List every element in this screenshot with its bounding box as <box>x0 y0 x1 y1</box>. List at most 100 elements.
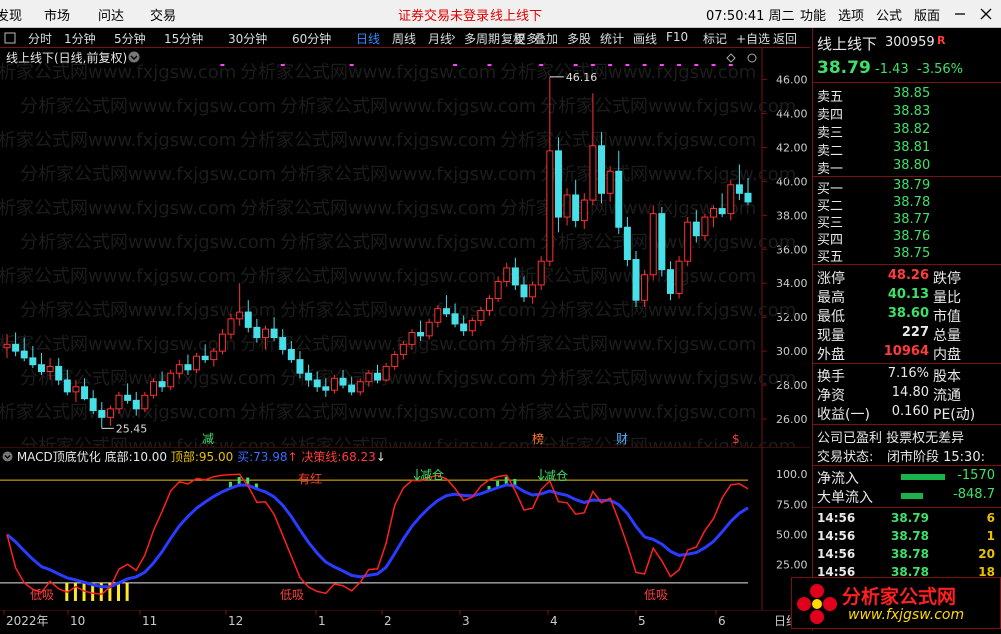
ask-price[interactable]: 38.80 <box>893 158 930 173</box>
menu-trade[interactable]: 交易 <box>150 5 176 24</box>
bid-price[interactable]: 38.76 <box>893 229 930 244</box>
date-label: 6 <box>718 614 726 628</box>
candle-body <box>365 372 373 383</box>
menu-options[interactable]: 选项 <box>838 5 864 24</box>
line2-label: 买: <box>237 450 254 464</box>
bid-price[interactable]: 38.79 <box>893 178 930 193</box>
decide-value: 68.23 <box>341 450 376 464</box>
high-price-label: 46.16 <box>566 71 598 84</box>
candle-body <box>236 311 244 320</box>
watermark-text: 分析家公式网www.fxjgsw.com <box>540 300 796 321</box>
line2-value: 73.98 <box>253 450 288 464</box>
date-label: 2 <box>384 614 392 628</box>
menu-layout[interactable]: 版面 <box>914 5 940 24</box>
stat-label: 最低 <box>817 309 845 325</box>
watermark-text: 分析家公式网www.fxjgsw.com <box>540 232 796 253</box>
toolbar-button-8[interactable]: 返回 <box>773 30 797 47</box>
window-stock-title: 线上线下 <box>490 9 543 24</box>
price-axis-label: 42.00 <box>776 141 808 154</box>
bid-price[interactable]: 38.77 <box>893 212 930 227</box>
toolbar-button-5[interactable]: F10 <box>666 30 688 44</box>
ask-price[interactable]: 38.85 <box>893 86 930 101</box>
toolbar-button-2[interactable]: 多股 <box>567 30 591 47</box>
tick-price: 38.79 <box>891 511 929 525</box>
close-icon[interactable] <box>980 8 992 20</box>
toolbar-button-1[interactable]: 叠加 <box>534 30 558 47</box>
candle-body <box>434 308 442 323</box>
watermark-url: www.fxjgsw.com <box>848 607 965 623</box>
indicator-axis-label: 25.00 <box>776 559 808 572</box>
candle-body <box>55 365 63 381</box>
decide-label: 决策线: <box>301 450 342 464</box>
login-warning[interactable]: 证券交易未登录 <box>398 5 489 24</box>
candle-body <box>692 221 700 237</box>
candle-body <box>201 355 209 361</box>
toolbar-button-0[interactable]: 复权 <box>501 30 525 47</box>
signal-dot <box>677 64 682 66</box>
period-tab-1[interactable]: 1分钟 <box>64 30 96 47</box>
bid-price[interactable]: 38.75 <box>893 246 930 261</box>
event-marker-1[interactable]: 榜 <box>532 431 544 446</box>
menu-discover[interactable]: 发现 <box>0 5 22 24</box>
bid-price[interactable]: 38.78 <box>893 195 930 210</box>
candle-body <box>322 386 330 391</box>
candlestick-svg[interactable]: 46.0044.0042.0040.0038.0036.0034.0032.00… <box>0 48 810 457</box>
event-marker-3[interactable]: $ <box>732 432 740 446</box>
period-tab-7[interactable]: 周线 <box>392 30 416 47</box>
more-chevron-icon[interactable]: › <box>451 30 456 44</box>
candlestick-chart[interactable]: 46.00 44.00 42.00 40.00 38.00 36.00 34.00 32.00… <box>0 48 810 457</box>
period-tab-4[interactable]: 30分钟 <box>228 30 267 47</box>
ask-price[interactable]: 38.83 <box>893 104 930 119</box>
watermark-text: 分析家公式网www.fxjgsw.com <box>20 232 276 253</box>
period-tab-2[interactable]: 5分钟 <box>114 30 146 47</box>
indicator-panel[interactable]: 100.0 75.00 50.00 25.00 有红 减仓 减仓 低吸 低吸 低吸 MACD顶底优… <box>0 446 810 610</box>
period-tab-8[interactable]: 月线 <box>428 30 452 47</box>
menu-function[interactable]: 功能 <box>800 5 826 24</box>
minimize-icon[interactable] <box>954 8 966 20</box>
flow-bar <box>901 493 923 499</box>
candle-body <box>296 359 304 374</box>
price-axis-label: 26.00 <box>776 413 808 426</box>
date-label: 4 <box>550 614 558 628</box>
flow-label: 大单流入 <box>817 490 873 506</box>
period-tab-3[interactable]: 15分钟 <box>164 30 203 47</box>
chart-dropdown-icon[interactable] <box>128 51 140 63</box>
stat-value: 40.13 <box>887 287 929 302</box>
watermark-text: 分析家公式网www.fxjgsw.com <box>500 402 756 423</box>
toolbar-button-7[interactable]: +自选 <box>736 30 770 47</box>
toolbar-button-4[interactable]: 画线 <box>633 30 657 47</box>
top-value: 95.00 <box>198 450 234 464</box>
price-axis-label: 38.00 <box>776 209 808 222</box>
toolbar-button-6[interactable]: 标记 <box>703 30 727 47</box>
price-change: -1.43 <box>875 62 909 77</box>
menu-market[interactable]: 市场 <box>44 5 70 24</box>
ask-price[interactable]: 38.82 <box>893 122 930 137</box>
candle-body <box>503 267 511 283</box>
candle-body <box>3 343 11 349</box>
event-marker-0[interactable]: 减 <box>202 432 214 446</box>
period-tab-9[interactable]: 多周期 <box>464 30 500 47</box>
top-menu-bar: 发现 市场 问达 交易 证券交易未登录 线上线下 07:50:41 周二 功能 … <box>0 0 1001 28</box>
ask-price[interactable]: 38.81 <box>893 140 930 155</box>
event-marker-2[interactable]: 财 <box>616 432 628 446</box>
indicator-svg[interactable]: 100.0 75.00 50.00 25.00 有红 减仓 减仓低吸 低吸 低吸 <box>0 446 810 610</box>
extra-value: 7.16% <box>887 366 929 381</box>
tick-price: 38.78 <box>891 529 929 543</box>
period-tab-0[interactable]: 分时 <box>28 30 52 47</box>
period-tab-5[interactable]: 60分钟 <box>292 30 331 47</box>
candle-body <box>684 221 692 262</box>
candle-body <box>244 311 252 328</box>
candle-body <box>486 298 494 311</box>
extra-label: 净资 <box>817 388 845 404</box>
square-icon[interactable] <box>4 32 16 44</box>
stat-value: 48.26 <box>887 268 929 283</box>
menu-wenda[interactable]: 问达 <box>98 5 124 24</box>
toolbar-button-3[interactable]: 统计 <box>600 30 624 47</box>
indicator-dropdown-icon[interactable] <box>2 451 13 462</box>
candle-body <box>580 199 588 221</box>
down-arrow-icon: ↓ <box>375 450 386 464</box>
yellow-bar <box>117 582 121 601</box>
period-tab-6[interactable]: 日线 <box>356 30 380 47</box>
extra-right-label: 股本 <box>933 369 961 385</box>
menu-formula[interactable]: 公式 <box>876 5 902 24</box>
